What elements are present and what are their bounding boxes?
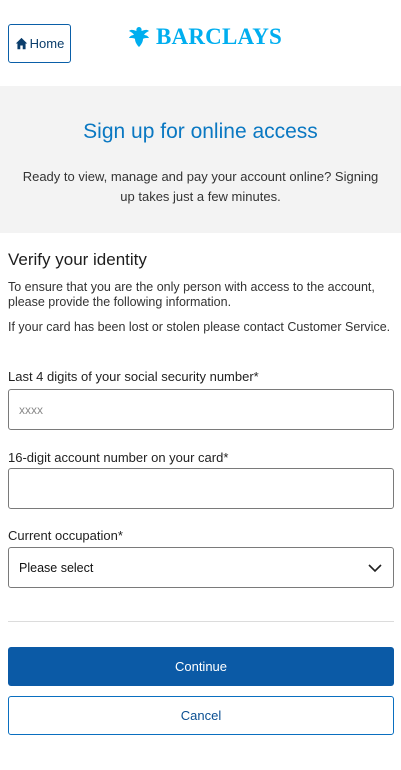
continue-label: Continue [174, 659, 228, 674]
occupation-selected-value: Please select [19, 560, 94, 575]
continue-button[interactable]: Continue [8, 647, 394, 686]
ssn-label: Last 4 digits of your social security nu… [8, 369, 259, 384]
section-title: Verify your identity [8, 250, 147, 269]
chevron-down-icon [368, 564, 382, 573]
account-number-input[interactable] [8, 468, 394, 509]
occupation-label: Current occupation* [8, 528, 123, 543]
ssn-input[interactable] [8, 389, 394, 430]
signup-banner: Sign up for online access Ready to view,… [0, 86, 401, 233]
home-button[interactable]: Home [8, 24, 71, 63]
verify-section: Verify your identity To ensure that you … [8, 250, 394, 345]
home-label: Home [29, 36, 65, 51]
divider [8, 621, 394, 622]
brand-name: BARCLAYS [156, 24, 283, 49]
eagle-logo-icon [129, 27, 149, 47]
lost-card-note: If your card has been lost or stolen ple… [8, 320, 391, 334]
top-bar: Home BARCLAYS [0, 0, 401, 86]
home-icon [15, 37, 27, 50]
occupation-select[interactable]: Please select [8, 547, 394, 588]
page-title: Sign up for online access [83, 120, 318, 143]
brand-logo: BARCLAYS [126, 22, 282, 52]
cancel-label: Cancel [180, 708, 222, 723]
page-subtitle: Ready to view, manage and pay your accou… [22, 169, 379, 204]
account-number-label: 16-digit account number on your card* [8, 450, 229, 465]
cancel-button[interactable]: Cancel [8, 696, 394, 735]
verify-intro: To ensure that you are the only person w… [8, 280, 375, 309]
